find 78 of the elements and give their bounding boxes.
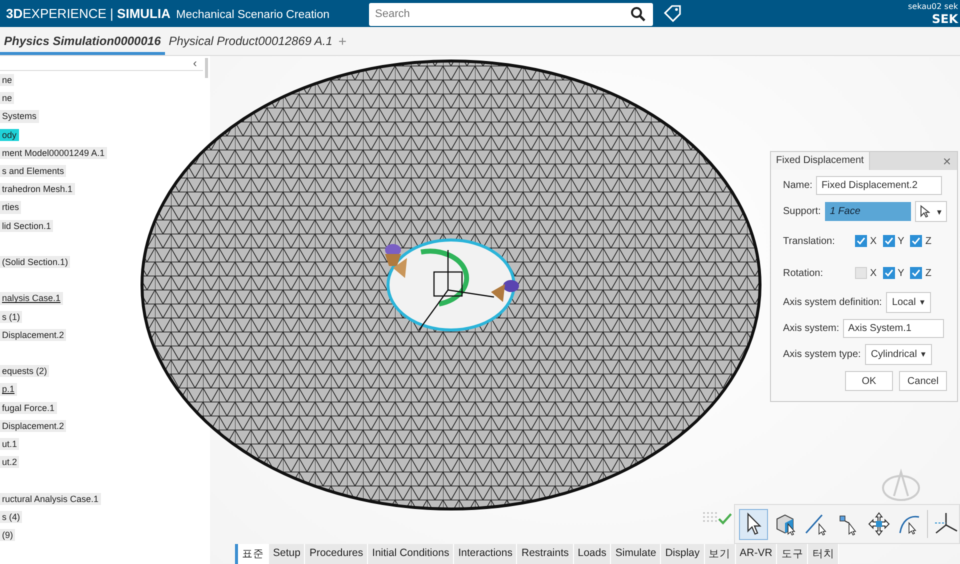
tree-item[interactable]: ment Model00001249 A.1 <box>0 146 107 160</box>
tree-item[interactable]: (9) <box>0 529 15 542</box>
tree-item[interactable]: (Solid Section.1) <box>0 256 70 268</box>
tree-item[interactable]: equests (2) <box>0 365 50 378</box>
check-icon[interactable] <box>718 513 732 525</box>
tree-item[interactable]: nalysis Case.1 <box>0 292 63 305</box>
section-tab[interactable]: Setup <box>269 544 306 564</box>
tree-item[interactable]: p.1 <box>0 383 17 396</box>
section-tab[interactable]: Restraints <box>517 544 574 564</box>
field-label: Rotation: <box>783 268 824 278</box>
checkbox[interactable] <box>882 267 895 279</box>
axis-label: Y <box>898 236 904 246</box>
tree-item[interactable]: fugal Force.1 <box>0 402 57 414</box>
axis-system-field[interactable]: Axis System.1 <box>843 319 944 338</box>
collapse-button[interactable]: ‹ <box>193 56 197 70</box>
tree-item[interactable]: ne <box>0 92 14 104</box>
tree-item[interactable]: trahedron Mesh.1 <box>0 183 75 196</box>
axis-definition-dropdown[interactable]: Local ▾ <box>886 292 931 313</box>
axis-label: X <box>870 236 877 246</box>
tree-item[interactable]: s (1) <box>0 310 22 323</box>
section-tab[interactable]: Display <box>661 544 705 564</box>
field-label: Axis system type: <box>783 349 861 360</box>
search-field[interactable]: Search <box>369 2 653 26</box>
select-tool-button[interactable] <box>739 508 768 540</box>
section-tab[interactable]: 보기 <box>704 544 736 564</box>
tag-icon[interactable] <box>663 4 683 24</box>
section-tab[interactable]: Loads <box>574 544 612 564</box>
tree-item[interactable]: ne <box>0 74 14 86</box>
tree-item[interactable]: rties <box>0 201 22 214</box>
axis-type-dropdown[interactable]: Cylindrical ▾ <box>864 344 932 365</box>
document-tab[interactable]: Physics Simulation0000016 <box>0 27 165 55</box>
field-label: Name: <box>783 180 812 191</box>
tree-item[interactable]: ructural Analysis Case.1 <box>0 492 101 505</box>
section-tab[interactable]: Procedures <box>305 544 368 564</box>
tree-item[interactable]: Displacement.2 <box>0 328 66 342</box>
tree-item[interactable]: Systems <box>0 110 39 123</box>
close-button[interactable]: × <box>942 153 957 169</box>
tree-item[interactable]: s (4) <box>0 510 22 524</box>
tree-item[interactable]: ut.1 <box>0 438 20 450</box>
section-tab[interactable]: 표준 <box>235 544 269 564</box>
checkbox[interactable] <box>910 235 922 247</box>
section-tab[interactable]: 도구 <box>777 544 808 564</box>
support-field[interactable]: 1 Face <box>824 202 911 221</box>
section-tab[interactable]: Simulate <box>611 544 662 564</box>
user-name: sekau02 sek <box>908 2 958 12</box>
dialog-title: Fixed Displacement <box>771 152 870 170</box>
move-arrows-icon <box>866 511 892 537</box>
checkbox[interactable] <box>855 235 867 247</box>
checkbox[interactable] <box>910 267 922 279</box>
tree-item[interactable]: ody <box>0 128 19 141</box>
section-tab[interactable]: Initial Conditions <box>368 544 454 564</box>
field-label: Support: <box>783 206 821 217</box>
cursor-icon <box>920 205 930 218</box>
axis-label: Z <box>925 236 932 246</box>
tree-item[interactable]: s and Elements <box>0 165 66 178</box>
tree-item[interactable]: lid Section.1 <box>0 220 54 232</box>
tree-item[interactable]: Displacement.2 <box>0 420 66 432</box>
section-tab[interactable]: Interactions <box>454 544 518 564</box>
search-icon[interactable] <box>630 6 646 22</box>
axis-label: Z <box>925 268 932 278</box>
section-tab[interactable]: 터치 <box>808 544 840 564</box>
tree-item[interactable]: ut.2 <box>0 456 20 468</box>
checkbox[interactable] <box>855 267 867 279</box>
dialog-button[interactable]: OK <box>845 371 893 391</box>
user-initials[interactable]: SEK <box>932 12 958 26</box>
grip-icon <box>703 512 717 524</box>
axis-label: X <box>870 268 877 278</box>
field-label: Axis system definition: <box>783 297 882 308</box>
axis-label: Y <box>898 268 904 278</box>
app-title: 3DEXPERIENCE | SIMULIA Mechanical Scenario Creation <box>5 6 331 21</box>
section-tab[interactable]: AR-VR <box>736 544 778 564</box>
checkbox[interactable] <box>882 235 895 247</box>
selection-mode-dropdown[interactable]: ▾ <box>915 201 947 222</box>
name-field[interactable]: Fixed Displacement.2 <box>816 176 942 195</box>
field-label: Translation: <box>783 236 836 246</box>
document-tab[interactable]: Physical Product00012869 A.1 <box>164 27 336 55</box>
field-label: Axis system: <box>783 323 840 334</box>
dialog-button[interactable]: Cancel <box>899 371 947 391</box>
